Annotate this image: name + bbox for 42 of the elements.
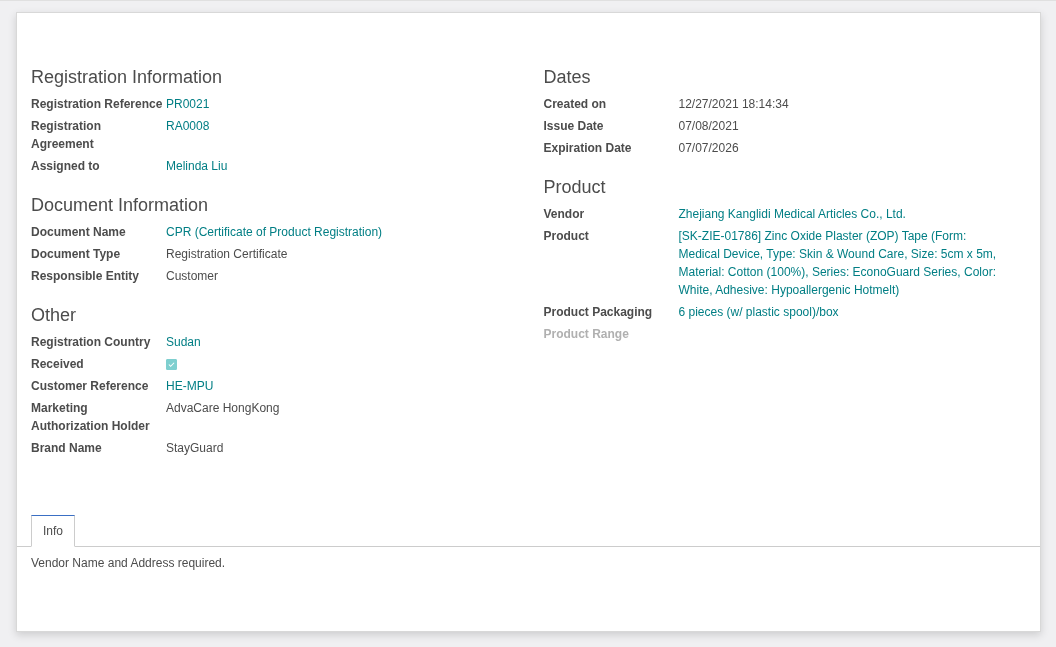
info-text: Vendor Name and Address required. [31, 556, 226, 570]
field-link[interactable]: PR0021 [166, 95, 496, 113]
section-title: Product [543, 176, 607, 199]
field-label: Vendor [543, 206, 586, 223]
field-label: Assigned to [31, 158, 101, 175]
field-link[interactable]: Melinda Liu [166, 157, 496, 175]
field-label: Issue Date [543, 118, 605, 135]
field-label: Document Type [31, 246, 122, 263]
field-label: Registration Reference [31, 96, 164, 113]
field-value: Registration Certificate [166, 246, 289, 263]
field-value: 12/27/2021 18:14:34 [678, 96, 790, 113]
field-link[interactable]: HE-MPU [166, 377, 496, 395]
field-label: Expiration Date [543, 140, 633, 157]
field-label: Customer Reference [31, 378, 150, 395]
checkbox[interactable] [166, 359, 177, 370]
field-label: Marketing Authorization Holder [31, 400, 151, 435]
tab[interactable]: Info [31, 515, 75, 547]
field-value: 07/07/2026 [678, 140, 740, 157]
section-title: Document Information [31, 194, 210, 217]
field-label: Brand Name [31, 440, 103, 457]
field-label: Product [543, 228, 590, 245]
field-value: 07/08/2021 [678, 118, 740, 135]
field-label: Document Name [31, 224, 127, 241]
field-label: Responsible Entity [31, 268, 141, 285]
section-title: Other [31, 304, 78, 327]
field-label: Product Packaging [543, 304, 654, 321]
field-value: Customer [166, 268, 219, 285]
field-value: StayGuard [166, 440, 225, 457]
field-value: AdvaCare HongKong [166, 400, 281, 417]
field-link[interactable]: Zhejiang Kanglidi Medical Articles Co., Ltd. [678, 205, 1009, 223]
section-title: Registration Information [31, 66, 224, 89]
field-link[interactable]: CPR (Certificate of Product Registration) [166, 223, 496, 241]
field-link[interactable]: RA0008 [166, 117, 496, 153]
field-label: Registration Agreement [31, 118, 102, 153]
field-link[interactable]: [SK-ZIE-01786] Zinc Oxide Plaster (ZOP) Tape (Form: Medical Device, Type: Skin & Wound Care, Size: 5cm x 5m, Material: Cotton (100%), Series: EconoGuard Series, Color: White, Adhesive: Hypoallergenic Hotmelt) [678, 227, 1009, 299]
field-link[interactable]: Sudan [166, 333, 496, 351]
field-label: Created on [543, 96, 608, 113]
field-link[interactable]: 6 pieces (w/ plastic spool)/box [678, 303, 1009, 321]
field-label: Registration Country [31, 334, 152, 351]
field-label: Product Range [543, 326, 630, 343]
field-label: Received [31, 356, 85, 373]
section-title: Dates [543, 66, 592, 89]
